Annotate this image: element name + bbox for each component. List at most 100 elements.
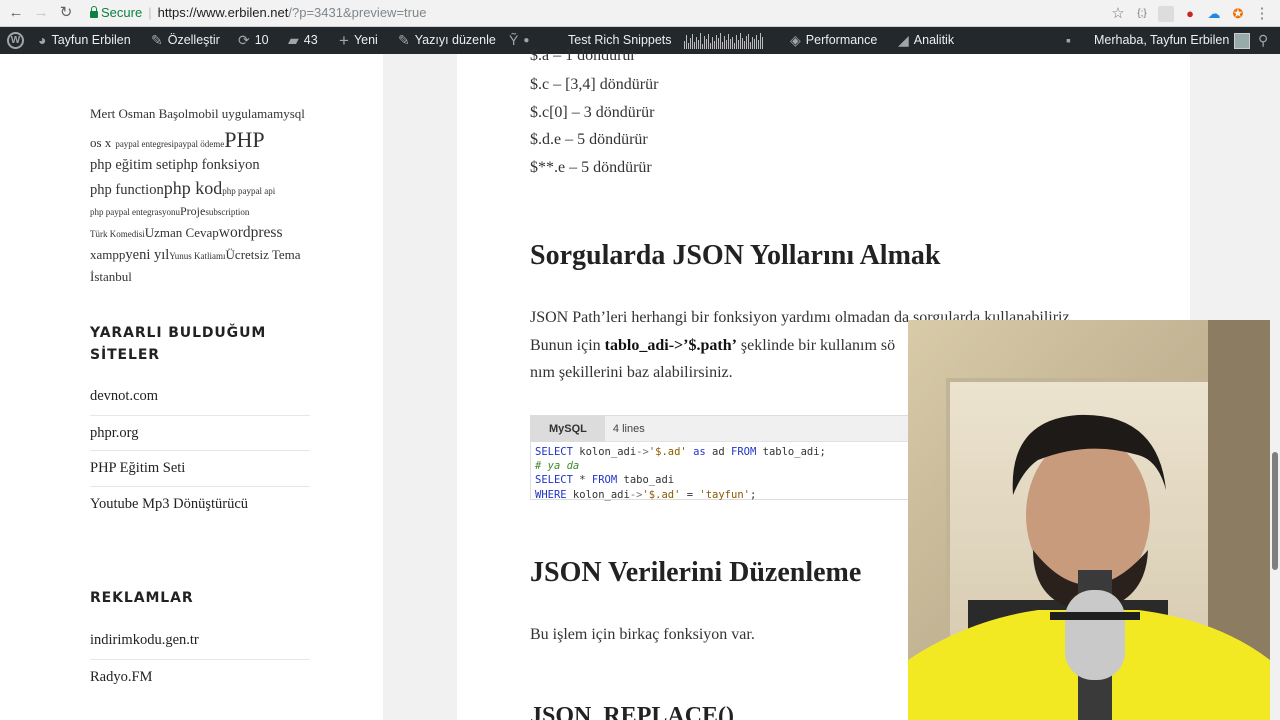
code-content[interactable]: SELECT kolon_adi->'$.ad' as ad FROM tabl…: [531, 442, 949, 505]
avatar: [1234, 32, 1251, 49]
code-line-count: 4 lines: [612, 423, 645, 435]
updates-menu[interactable]: ⟳ 10: [238, 27, 269, 54]
presenter-video-frame: [908, 320, 1270, 720]
url-separator: |: [148, 5, 152, 20]
section-heading: JSON Verilerini Düzenleme: [530, 557, 862, 588]
tag-link[interactable]: php kod: [164, 178, 223, 198]
tag-cloud: Mert Osman Başolmobil uygulamamysql os x…: [90, 103, 315, 287]
browser-toolbar: ← → ↻ Secure | https://www.erbilen.net/?p=…: [0, 0, 1280, 27]
plus-icon: +: [339, 31, 349, 50]
comments-count: 43: [303, 33, 318, 47]
sidebar-link-php-egitim-seti[interactable]: PHP Eğitim Seti: [90, 450, 310, 486]
tag-link[interactable]: Ücretsiz Tema: [226, 247, 301, 262]
analytics-chart-icon: ◢: [898, 32, 909, 48]
customize-label: Özelleştir: [167, 33, 220, 47]
browser-menu-icon[interactable]: ⋮: [1254, 5, 1270, 22]
extension-tray: ☆ {;} ● ☁ ✪ ⋮: [1110, 0, 1280, 27]
tag-link[interactable]: php fonksiyon: [176, 157, 259, 173]
code-line: SELECT * FROM tabo_adi: [535, 474, 675, 487]
updates-icon: ⟳: [238, 32, 250, 48]
notifications-menu[interactable]: ▪: [1066, 27, 1071, 54]
url-path: /?p=3431&preview=true: [288, 5, 427, 20]
ads-title: REKLAMLAR: [90, 590, 194, 606]
search-menu[interactable]: ⚲: [1258, 27, 1268, 54]
account-menu[interactable]: Merhaba, Tayfun Erbilen: [1094, 27, 1251, 54]
sidebar-link-phpr[interactable]: phpr.org: [90, 414, 310, 451]
tag-link[interactable]: xampp: [90, 247, 125, 262]
json-path-example: $.d.e – 5 döndürür: [530, 131, 648, 148]
page-scrollbar[interactable]: [1270, 54, 1280, 720]
code-line: WHERE kolon_adi->'$.ad' = 'tayfun';: [535, 488, 757, 501]
paragraph-functions: Bu işlem için birkaç fonksiyon var.: [530, 626, 755, 643]
tag-link[interactable]: php paypal api: [222, 186, 275, 196]
tag-link[interactable]: İstanbul: [90, 269, 132, 284]
sidebar-link-youtube-mp3[interactable]: Youtube Mp3 Dönüştürücü: [90, 485, 310, 522]
extension-json-icon[interactable]: {;}: [1134, 6, 1150, 22]
ad-link-radyo-fm[interactable]: Radyo.FM: [90, 658, 310, 695]
performance-label: Performance: [805, 33, 878, 47]
paragraph-line-prefix: Bunun için: [530, 336, 605, 354]
tag-link[interactable]: Mert Osman Başol: [90, 106, 188, 121]
json-path-example: $**.e – 5 döndürür: [530, 159, 652, 176]
sidebar-link-devnot[interactable]: devnot.com: [90, 379, 310, 415]
extension-cloud-icon[interactable]: ☁: [1206, 6, 1222, 22]
tag-link[interactable]: Proje: [180, 204, 205, 218]
extension-red-icon[interactable]: ●: [1182, 6, 1198, 22]
code-line: # ya da: [535, 460, 580, 473]
back-icon[interactable]: ←: [6, 3, 26, 23]
performance-menu[interactable]: ◈ Performance: [790, 27, 877, 54]
customize-menu[interactable]: ✎ Özelleştir: [151, 27, 220, 54]
edit-post-menu[interactable]: ✎ Yazıyı düzenle: [398, 27, 496, 54]
ad-link-indirimkodu[interactable]: indirimkodu.gen.tr: [90, 623, 310, 659]
path-syntax-bold: tablo_adi->’$.path’: [604, 336, 737, 354]
seo-status-dot-icon: ●: [523, 35, 530, 46]
search-icon: ⚲: [1258, 32, 1269, 48]
notification-icon: ▪: [1066, 32, 1071, 48]
edit-post-label: Yazıyı düzenle: [414, 33, 496, 47]
site-name: Tayfun Erbilen: [51, 33, 131, 47]
tag-link[interactable]: subscription: [205, 207, 249, 217]
tag-link[interactable]: Uzman Cevap: [145, 225, 219, 240]
tag-link[interactable]: php eğitim seti: [90, 157, 176, 173]
dashboard-icon: ◕: [38, 32, 47, 48]
reload-icon[interactable]: ↻: [56, 3, 76, 23]
extension-page-icon[interactable]: [1158, 5, 1174, 22]
tag-link[interactable]: os x: [90, 135, 111, 150]
tag-link[interactable]: paypal entegresi: [115, 139, 174, 149]
tag-link[interactable]: yeni yıl: [125, 247, 169, 263]
tag-link[interactable]: Yunus Katliamı: [169, 251, 225, 261]
scrollbar-thumb[interactable]: [1272, 452, 1278, 570]
tag-link[interactable]: paypal ödeme: [174, 139, 224, 149]
comments-menu[interactable]: ▰ 43: [288, 27, 318, 54]
code-block: MySQL 4 lines SELECT kolon_adi->'$.ad' as…: [530, 415, 950, 501]
wp-menu[interactable]: W: [7, 27, 24, 54]
query-monitor-menu[interactable]: [684, 27, 763, 54]
new-content-menu[interactable]: + Yeni: [339, 27, 378, 54]
tag-link[interactable]: mysql: [273, 106, 305, 121]
extension-orange-icon[interactable]: ✪: [1230, 6, 1246, 22]
analytics-menu[interactable]: ◢ Analitik: [898, 27, 954, 54]
address-bar[interactable]: Secure | https://www.erbilen.net/?p=3431&p…: [82, 1, 1132, 25]
brush-icon: ✎: [151, 32, 163, 48]
paragraph-line: nım şekillerini baz alabilirsiniz.: [530, 364, 733, 381]
tag-link[interactable]: Türk Komedisi: [90, 229, 145, 239]
analytics-label: Analitik: [913, 33, 955, 47]
json-path-example: $.c[0] – 3 döndürür: [530, 104, 655, 121]
tag-link[interactable]: php function: [90, 182, 164, 198]
yoast-icon: Ỹ: [509, 32, 519, 48]
new-label: Yeni: [353, 33, 378, 47]
forward-icon[interactable]: →: [31, 3, 51, 23]
tag-link[interactable]: php paypal entegrasyonu: [90, 207, 180, 217]
comment-icon: ▰: [288, 32, 299, 48]
yoast-menu[interactable]: Ỹ ●: [509, 27, 529, 54]
paragraph-line-suffix: şeklinde bir kullanım sö: [736, 336, 896, 354]
lock-icon: [90, 6, 98, 18]
tag-link[interactable]: PHP: [224, 127, 264, 152]
tag-link[interactable]: wordpress: [219, 224, 283, 241]
wordpress-logo-icon: W: [7, 32, 24, 49]
tag-link[interactable]: mobil uygulama: [188, 106, 273, 121]
url-host: https://www.erbilen.net: [157, 5, 289, 20]
performance-bars-icon: [684, 32, 763, 49]
site-name-menu[interactable]: ◕ Tayfun Erbilen: [38, 27, 131, 54]
bookmark-star-icon[interactable]: ☆: [1110, 5, 1126, 22]
